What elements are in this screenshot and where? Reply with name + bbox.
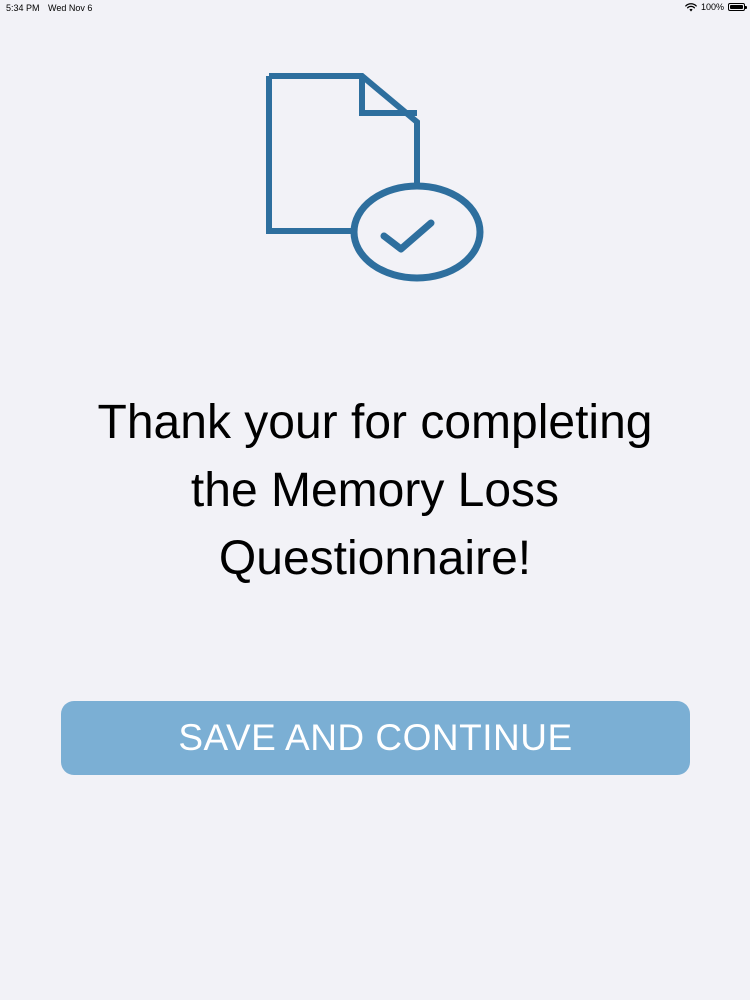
status-time: 5:34 PM [6, 3, 40, 13]
completion-message: Thank your for completing the Memory Los… [97, 396, 653, 585]
status-date: Wed Nov 6 [48, 3, 93, 13]
status-bar: 5:34 PM Wed Nov 6 100% [0, 0, 750, 16]
battery-percent: 100% [700, 2, 724, 12]
save-and-continue-button[interactable]: SAVE AND CONTINUE [61, 701, 690, 775]
wifi-icon [685, 2, 697, 11]
document-check-icon [266, 73, 484, 282]
status-indicators: 100% [685, 2, 747, 12]
battery-icon [728, 3, 747, 11]
